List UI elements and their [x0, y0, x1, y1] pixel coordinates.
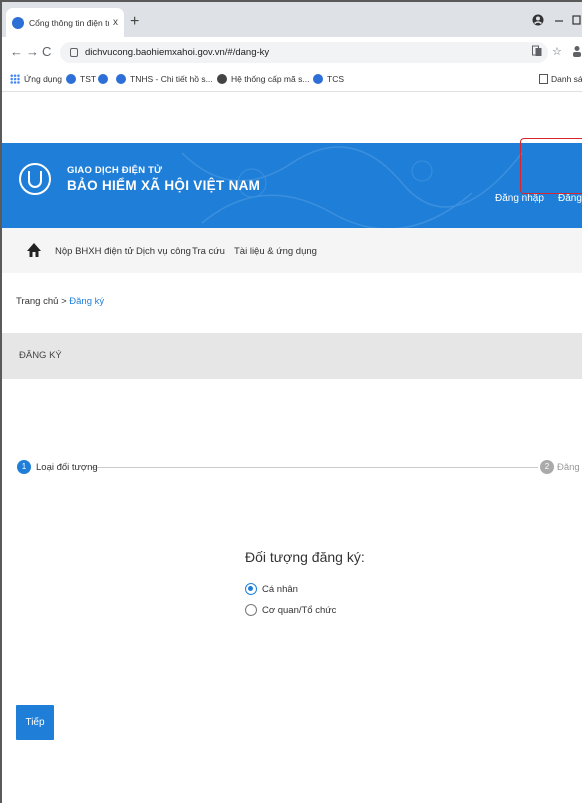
- bookmark-label: Hệ thống cấp mã s...: [231, 74, 310, 84]
- reading-list-icon: [539, 74, 548, 84]
- radio-label: Cơ quan/Tổ chức: [262, 604, 337, 616]
- main-menu: Nộp BHXH điện tử Dịch vụ công Tra cứu Tà…: [2, 228, 582, 273]
- breadcrumb: Trang chủ > Đăng ký: [16, 296, 104, 307]
- register-highlight-box: [520, 138, 582, 194]
- reading-list[interactable]: Danh sác: [539, 74, 582, 84]
- globe-icon: [116, 74, 126, 84]
- breadcrumb-current[interactable]: Đăng ký: [69, 296, 104, 307]
- login-link[interactable]: Đăng nhập: [495, 193, 544, 204]
- window-frame-left: [0, 0, 2, 803]
- brand-subtitle: GIAO DỊCH ĐIỆN TỬ: [67, 165, 163, 176]
- globe-icon: [98, 74, 108, 84]
- step-1-label: Loại đối tượng: [36, 462, 98, 473]
- page-title-bar: ĐĂNG KÝ: [2, 333, 582, 379]
- site-header: GIAO DỊCH ĐIỆN TỬ BẢO HIỂM XÃ HỘI VIỆT N…: [2, 143, 582, 228]
- stepper-line: [91, 467, 538, 468]
- site-favicon-icon: [12, 16, 24, 29]
- bookmark-label: TCS: [327, 74, 344, 84]
- step-2-indicator: 2: [540, 460, 554, 474]
- bookmark-tst[interactable]: TST: [66, 74, 96, 84]
- bhxh-logo-icon[interactable]: [19, 163, 51, 195]
- bookmark-tnhs[interactable]: TNHS - Chi tiết hồ s...: [116, 74, 213, 84]
- menu-item-dich-vu-cong[interactable]: Dịch vụ công: [136, 246, 191, 257]
- step-2-label: Đăng ký: [557, 462, 582, 473]
- bookmarks-bar: Ứng dụng TST TNHS - Chi tiết hồ s... Hệ …: [2, 68, 582, 92]
- browser-tab[interactable]: Cổng thông tin điện tử - Bảo hiể x: [6, 8, 124, 37]
- bookmark-apps[interactable]: Ứng dụng: [10, 74, 62, 84]
- radio-option-ca-nhan[interactable]: Cá nhân: [245, 583, 298, 595]
- settings-icon: [217, 74, 227, 84]
- globe-icon: [313, 74, 323, 84]
- next-button[interactable]: Tiếp: [16, 705, 54, 740]
- bookmark-he-thong[interactable]: Hệ thống cấp mã s...: [217, 74, 309, 84]
- radio-label: Cá nhân: [262, 583, 298, 595]
- breadcrumb-home[interactable]: Trang chủ: [16, 296, 58, 307]
- globe-icon: [66, 74, 76, 84]
- radio-button-checked[interactable]: [245, 583, 257, 595]
- brand-title[interactable]: BẢO HIỂM XÃ HỘI VIỆT NAM: [67, 178, 260, 193]
- minimize-icon[interactable]: [554, 14, 564, 28]
- apps-grid-icon: [10, 74, 20, 84]
- tab-close-icon[interactable]: x: [113, 17, 118, 28]
- bookmark-unnamed[interactable]: [98, 74, 112, 84]
- browser-toolbar: ← → C dichvucong.baohiemxahoi.gov.vn/#/d…: [2, 37, 582, 68]
- bookmark-label: Ứng dụng: [24, 74, 62, 84]
- lock-icon: [70, 48, 78, 57]
- menu-item-nop-bhxh[interactable]: Nộp BHXH điện tử: [55, 246, 134, 257]
- browser-tabstrip: Cổng thông tin điện tử - Bảo hiể x +: [2, 2, 582, 37]
- address-bar[interactable]: dichvucong.baohiemxahoi.gov.vn/#/dang-ky: [60, 42, 548, 63]
- step-1-indicator: 1: [17, 460, 31, 474]
- reading-list-label: Danh sác: [551, 74, 582, 84]
- bookmark-star-icon[interactable]: ☆: [552, 45, 562, 59]
- forward-arrow-icon[interactable]: →: [26, 45, 39, 59]
- menu-item-tra-cuu[interactable]: Tra cứu: [192, 246, 225, 257]
- bookmark-tcs[interactable]: TCS: [313, 74, 344, 84]
- bookmark-label: TNHS - Chi tiết hồ s...: [130, 74, 213, 84]
- breadcrumb-separator: >: [61, 296, 67, 307]
- home-icon[interactable]: [26, 242, 42, 258]
- register-link[interactable]: Đăng ký: [558, 193, 582, 204]
- reload-icon[interactable]: C: [42, 45, 51, 59]
- radio-option-co-quan[interactable]: Cơ quan/Tổ chức: [245, 604, 336, 616]
- profile-icon[interactable]: [532, 14, 544, 28]
- maximize-icon[interactable]: [572, 14, 582, 28]
- radio-button[interactable]: [245, 604, 257, 616]
- back-arrow-icon[interactable]: ←: [10, 45, 23, 59]
- translate-icon[interactable]: [532, 45, 542, 61]
- bookmark-label: TST: [80, 74, 97, 84]
- account-icon[interactable]: [572, 45, 582, 61]
- url-text: dichvucong.baohiemxahoi.gov.vn/#/dang-ky: [85, 47, 270, 58]
- page-title: ĐĂNG KÝ: [19, 350, 62, 361]
- new-tab-button[interactable]: +: [130, 14, 139, 30]
- tab-title: Cổng thông tin điện tử - Bảo hiể: [29, 17, 109, 28]
- form-title: Đối tượng đăng ký:: [245, 549, 365, 565]
- menu-item-tai-lieu[interactable]: Tài liệu & ứng dụng: [234, 246, 317, 257]
